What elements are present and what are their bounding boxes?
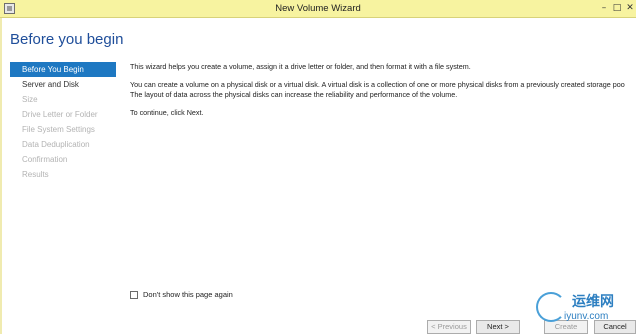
nav-item-before-you-begin[interactable]: Before You Begin bbox=[10, 62, 116, 77]
nav-item-drive-letter-or-folder: Drive Letter or Folder bbox=[22, 110, 98, 119]
create-button[interactable]: Create bbox=[544, 320, 588, 334]
dont-show-again-label: Don't show this page again bbox=[143, 290, 233, 299]
window-title: New Volume Wizard bbox=[275, 3, 361, 14]
next-button[interactable]: Next > bbox=[476, 320, 520, 334]
cancel-button[interactable]: Cancel bbox=[594, 320, 636, 334]
nav-item-file-system-settings: File System Settings bbox=[22, 125, 95, 134]
watermark-title: 运维网 bbox=[572, 294, 614, 310]
dont-show-again-checkbox[interactable] bbox=[130, 290, 138, 299]
volume-paragraph-line-2: The layout of data across the physical d… bbox=[130, 90, 458, 99]
nav-item-confirmation: Confirmation bbox=[22, 155, 68, 164]
previous-button[interactable]: < Previous bbox=[427, 320, 471, 334]
intro-paragraph: This wizard helps you create a volume, a… bbox=[130, 62, 471, 71]
volume-paragraph-line-1: You can create a volume on a physical di… bbox=[130, 80, 625, 89]
wizard-nav: Before You Begin Server and Disk Size Dr… bbox=[10, 62, 116, 306]
continue-paragraph: To continue, click Next. bbox=[130, 108, 204, 117]
dont-show-again-option[interactable]: Don't show this page again bbox=[130, 290, 233, 299]
nav-item-size: Size bbox=[22, 95, 38, 104]
nav-item-results: Results bbox=[22, 170, 49, 179]
maximize-button[interactable]: □ bbox=[611, 2, 623, 14]
watermark-logo-icon bbox=[536, 292, 566, 322]
window-frame bbox=[0, 18, 2, 334]
minimize-button[interactable]: – bbox=[598, 2, 610, 14]
wizard-buttons: < Previous Next > Create Cancel bbox=[0, 320, 636, 334]
wizard-content: This wizard helps you create a volume, a… bbox=[130, 62, 636, 126]
page-title: Before you begin bbox=[10, 31, 124, 48]
nav-item-server-and-disk[interactable]: Server and Disk bbox=[10, 77, 116, 92]
title-bar: New Volume Wizard – □ ✕ bbox=[0, 0, 636, 18]
nav-item-data-deduplication: Data Deduplication bbox=[22, 140, 90, 149]
close-button[interactable]: ✕ bbox=[624, 2, 636, 14]
